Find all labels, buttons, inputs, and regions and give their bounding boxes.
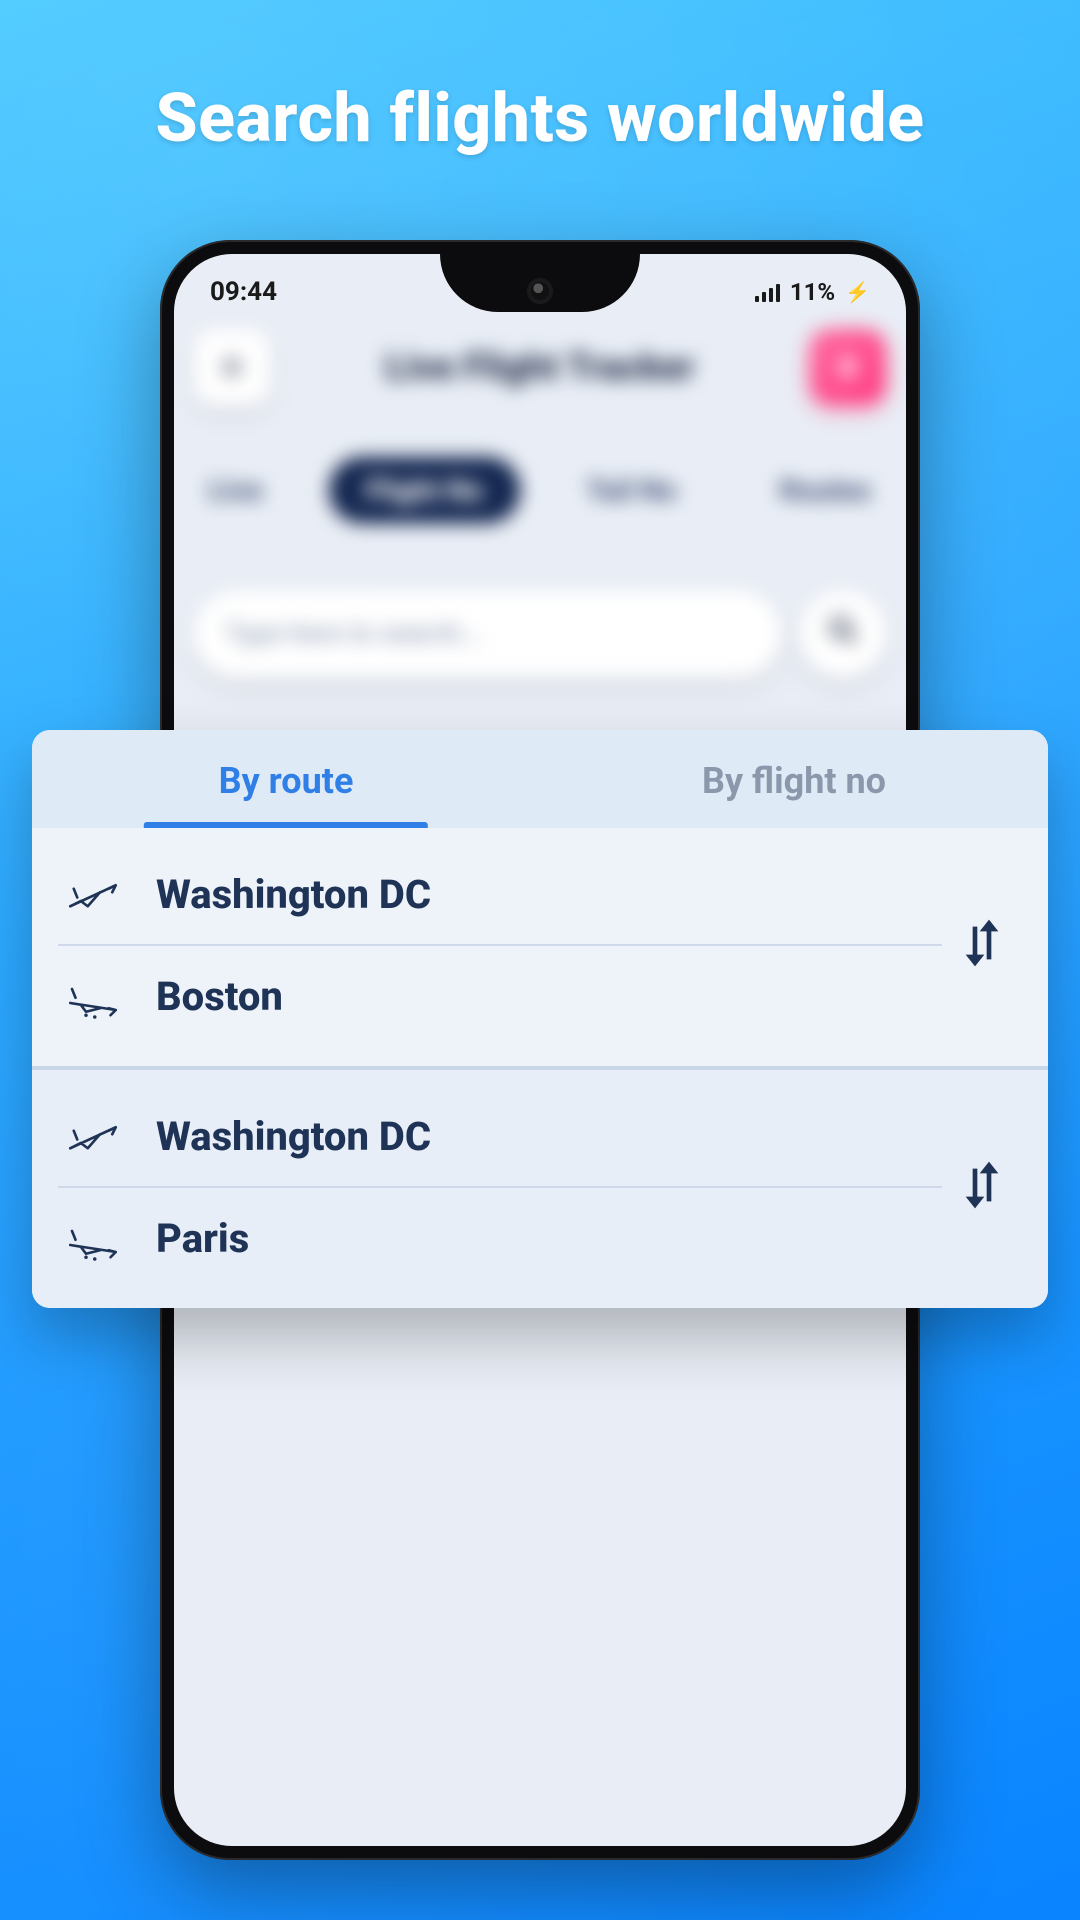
swap-button[interactable] <box>942 1157 1022 1217</box>
from-label: Washington DC <box>156 871 431 918</box>
charging-icon: ⚡ <box>845 280 870 304</box>
menu-icon: ≡ <box>222 347 242 388</box>
filter-tabs: Live Flight No Tail No Routes <box>174 457 906 524</box>
plane-landing-icon <box>58 1210 128 1266</box>
menu-button[interactable]: ≡ <box>194 329 270 405</box>
overlay-tabs: By route By flight no <box>32 730 1048 828</box>
from-row[interactable]: Washington DC <box>58 1088 942 1184</box>
tab-by-flight-no[interactable]: By flight no <box>540 730 1048 828</box>
search-row: Type here to search... <box>194 591 886 678</box>
search-icon <box>825 612 860 656</box>
swap-vertical-icon <box>954 915 1010 975</box>
plane-landing-icon <box>58 968 128 1024</box>
crown-icon: ♛ <box>834 349 862 385</box>
premium-button[interactable]: ♛ <box>810 329 886 405</box>
route-rows: Washington DC Paris <box>58 1088 942 1286</box>
row-divider <box>58 944 942 946</box>
swap-button[interactable] <box>942 915 1022 975</box>
route-group: Washington DC Boston <box>32 828 1048 1066</box>
tab-tail-no[interactable]: Tail No <box>549 457 714 524</box>
battery-text: 11% <box>790 278 835 306</box>
tab-live[interactable]: Live <box>174 457 300 524</box>
status-time: 09:44 <box>210 277 277 307</box>
tab-routes[interactable]: Routes <box>743 457 906 524</box>
route-rows: Washington DC Boston <box>58 846 942 1044</box>
to-label: Boston <box>156 973 283 1020</box>
app-header: ≡ Live Flight Tracker ♛ <box>174 329 906 405</box>
app-title: Live Flight Tracker <box>385 345 694 388</box>
tab-flight-no[interactable]: Flight No <box>328 457 520 524</box>
status-right: 11% ⚡ <box>755 278 870 306</box>
cellular-signal-icon <box>755 282 780 302</box>
promo-stage: Search flights worldwide 09:44 11% ⚡ ≡ <box>0 0 1080 1920</box>
phone-notch <box>440 254 640 312</box>
headline: Search flights worldwide <box>0 78 1080 158</box>
to-row[interactable]: Paris <box>58 1190 942 1286</box>
row-divider <box>58 1186 942 1188</box>
search-input[interactable]: Type here to search... <box>194 591 781 678</box>
from-row[interactable]: Washington DC <box>58 846 942 942</box>
to-row[interactable]: Boston <box>58 948 942 1044</box>
search-overlay-card: By route By flight no Washington DC <box>32 730 1048 1308</box>
swap-vertical-icon <box>954 1157 1010 1217</box>
plane-takeoff-icon <box>58 866 128 922</box>
plane-takeoff-icon <box>58 1108 128 1164</box>
search-placeholder: Type here to search... <box>225 618 484 649</box>
search-button[interactable] <box>800 591 887 678</box>
from-label: Washington DC <box>156 1113 431 1160</box>
route-group: Washington DC Paris <box>32 1066 1048 1308</box>
to-label: Paris <box>156 1215 249 1262</box>
tab-by-route[interactable]: By route <box>32 730 540 828</box>
